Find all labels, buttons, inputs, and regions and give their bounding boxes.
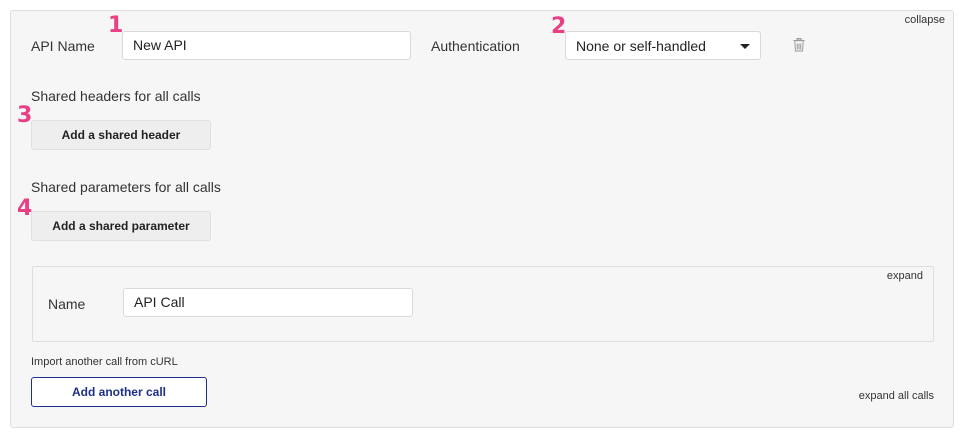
api-name-input[interactable]: New API <box>122 31 411 60</box>
add-another-call-button[interactable]: Add another call <box>31 377 207 407</box>
annotation-marker-2: 2 <box>551 14 567 39</box>
authentication-selected-value: None or self-handled <box>576 38 706 54</box>
api-settings-panel: collapse API Name New API Authentication… <box>10 10 954 428</box>
shared-headers-title: Shared headers for all calls <box>31 88 201 104</box>
annotation-marker-1: 1 <box>108 13 124 38</box>
shared-parameters-title: Shared parameters for all calls <box>31 179 221 195</box>
chevron-down-icon <box>740 44 750 49</box>
add-shared-parameter-button[interactable]: Add a shared parameter <box>31 211 211 241</box>
authentication-select[interactable]: None or self-handled <box>565 31 761 60</box>
annotation-marker-3: 3 <box>17 103 33 128</box>
collapse-link[interactable]: collapse <box>905 14 945 26</box>
api-name-label: API Name <box>31 38 95 54</box>
add-shared-header-button[interactable]: Add a shared header <box>31 120 211 150</box>
call-name-label: Name <box>48 296 86 312</box>
api-call-card: expand Name API Call <box>32 266 934 342</box>
expand-all-calls-link[interactable]: expand all calls <box>859 390 934 402</box>
call-name-input[interactable]: API Call <box>123 288 413 317</box>
authentication-label: Authentication <box>431 38 520 54</box>
annotation-marker-4: 4 <box>17 196 33 221</box>
expand-link[interactable]: expand <box>887 270 923 282</box>
trash-icon[interactable] <box>793 38 805 52</box>
import-curl-link[interactable]: Import another call from cURL <box>31 356 178 368</box>
